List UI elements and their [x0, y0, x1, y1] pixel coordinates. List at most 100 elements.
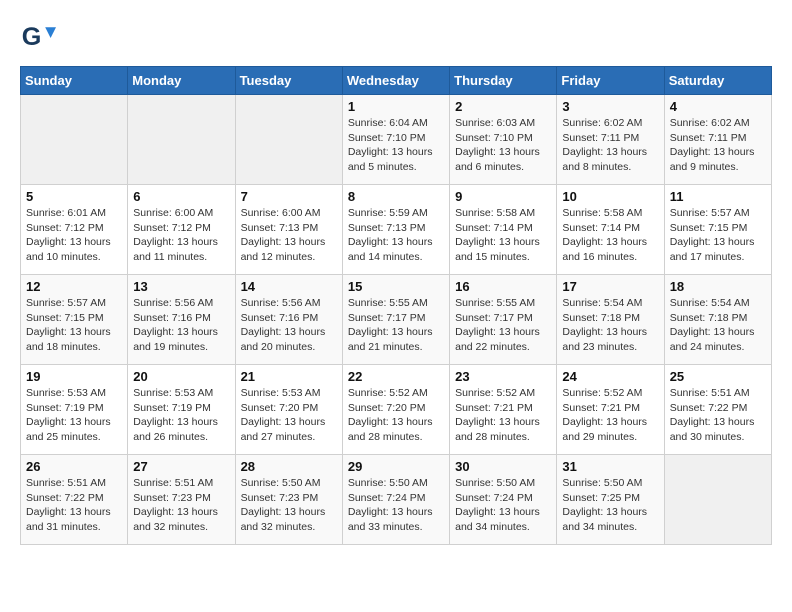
day-number: 14 — [241, 279, 337, 294]
calendar-cell: 3 Sunrise: 6:02 AMSunset: 7:11 PMDaylight… — [557, 95, 664, 185]
calendar-cell: 22 Sunrise: 5:52 AMSunset: 7:20 PMDayligh… — [342, 365, 449, 455]
day-info: Sunrise: 5:51 AMSunset: 7:22 PMDaylight:… — [670, 386, 766, 445]
day-number: 7 — [241, 189, 337, 204]
day-number: 12 — [26, 279, 122, 294]
day-number: 18 — [670, 279, 766, 294]
day-number: 24 — [562, 369, 658, 384]
day-info: Sunrise: 6:04 AMSunset: 7:10 PMDaylight:… — [348, 116, 444, 175]
day-number: 30 — [455, 459, 551, 474]
calendar-cell: 26Sunrise: 5:51 AMSunset: 7:22 PMDayligh… — [21, 455, 128, 545]
calendar-cell: 19 Sunrise: 5:53 AMSunset: 7:19 PMDayligh… — [21, 365, 128, 455]
calendar-cell: 11Sunrise: 5:57 AMSunset: 7:15 PMDayligh… — [664, 185, 771, 275]
calendar-cell: 23 Sunrise: 5:52 AMSunset: 7:21 PMDayligh… — [450, 365, 557, 455]
calendar-cell — [21, 95, 128, 185]
day-info: Sunrise: 5:52 AMSunset: 7:21 PMDaylight:… — [562, 386, 658, 445]
calendar-week-4: 19 Sunrise: 5:53 AMSunset: 7:19 PMDayligh… — [21, 365, 772, 455]
calendar-header-row: SundayMondayTuesdayWednesdayThursdayFrid… — [21, 67, 772, 95]
calendar-table: SundayMondayTuesdayWednesdayThursdayFrid… — [20, 66, 772, 545]
calendar-cell — [235, 95, 342, 185]
calendar-cell: 15 Sunrise: 5:55 AMSunset: 7:17 PMDayligh… — [342, 275, 449, 365]
day-number: 22 — [348, 369, 444, 384]
calendar-cell: 18 Sunrise: 5:54 AMSunset: 7:18 PMDayligh… — [664, 275, 771, 365]
day-number: 26 — [26, 459, 122, 474]
day-info: Sunrise: 5:56 AMSunset: 7:16 PMDaylight:… — [133, 296, 229, 355]
day-number: 27 — [133, 459, 229, 474]
day-number: 19 — [26, 369, 122, 384]
day-info: Sunrise: 5:50 AMSunset: 7:25 PMDaylight:… — [562, 476, 658, 535]
day-number: 4 — [670, 99, 766, 114]
calendar-cell: 17 Sunrise: 5:54 AMSunset: 7:18 PMDayligh… — [557, 275, 664, 365]
day-info: Sunrise: 5:53 AMSunset: 7:20 PMDaylight:… — [241, 386, 337, 445]
day-info: Sunrise: 6:00 AMSunset: 7:13 PMDaylight:… — [241, 206, 337, 265]
day-info: Sunrise: 5:53 AMSunset: 7:19 PMDaylight:… — [26, 386, 122, 445]
day-header-saturday: Saturday — [664, 67, 771, 95]
day-info: Sunrise: 5:58 AMSunset: 7:14 PMDaylight:… — [562, 206, 658, 265]
day-number: 25 — [670, 369, 766, 384]
day-info: Sunrise: 6:00 AMSunset: 7:12 PMDaylight:… — [133, 206, 229, 265]
day-header-wednesday: Wednesday — [342, 67, 449, 95]
calendar-cell: 4 Sunrise: 6:02 AMSunset: 7:11 PMDaylight… — [664, 95, 771, 185]
calendar-cell: 27 Sunrise: 5:51 AMSunset: 7:23 PMDayligh… — [128, 455, 235, 545]
calendar-cell: 24 Sunrise: 5:52 AMSunset: 7:21 PMDayligh… — [557, 365, 664, 455]
calendar-cell: 6 Sunrise: 6:00 AMSunset: 7:12 PMDaylight… — [128, 185, 235, 275]
day-number: 31 — [562, 459, 658, 474]
day-info: Sunrise: 5:58 AMSunset: 7:14 PMDaylight:… — [455, 206, 551, 265]
day-info: Sunrise: 5:55 AMSunset: 7:17 PMDaylight:… — [455, 296, 551, 355]
calendar-cell: 28 Sunrise: 5:50 AMSunset: 7:23 PMDayligh… — [235, 455, 342, 545]
day-info: Sunrise: 5:51 AMSunset: 7:23 PMDaylight:… — [133, 476, 229, 535]
day-info: Sunrise: 5:50 AMSunset: 7:24 PMDaylight:… — [455, 476, 551, 535]
calendar-cell: 31 Sunrise: 5:50 AMSunset: 7:25 PMDayligh… — [557, 455, 664, 545]
day-number: 29 — [348, 459, 444, 474]
calendar-cell: 10 Sunrise: 5:58 AMSunset: 7:14 PMDayligh… — [557, 185, 664, 275]
day-header-thursday: Thursday — [450, 67, 557, 95]
calendar-cell — [128, 95, 235, 185]
day-info: Sunrise: 5:52 AMSunset: 7:21 PMDaylight:… — [455, 386, 551, 445]
page-header: G — [20, 20, 772, 56]
day-info: Sunrise: 5:59 AMSunset: 7:13 PMDaylight:… — [348, 206, 444, 265]
day-number: 23 — [455, 369, 551, 384]
day-number: 10 — [562, 189, 658, 204]
day-number: 15 — [348, 279, 444, 294]
svg-text:G: G — [22, 23, 42, 51]
day-info: Sunrise: 5:56 AMSunset: 7:16 PMDaylight:… — [241, 296, 337, 355]
logo-icon: G — [20, 20, 56, 56]
day-info: Sunrise: 5:53 AMSunset: 7:19 PMDaylight:… — [133, 386, 229, 445]
calendar-cell: 8 Sunrise: 5:59 AMSunset: 7:13 PMDaylight… — [342, 185, 449, 275]
day-header-sunday: Sunday — [21, 67, 128, 95]
calendar-cell: 1 Sunrise: 6:04 AMSunset: 7:10 PMDaylight… — [342, 95, 449, 185]
calendar-cell: 25 Sunrise: 5:51 AMSunset: 7:22 PMDayligh… — [664, 365, 771, 455]
calendar-cell: 20Sunrise: 5:53 AMSunset: 7:19 PMDayligh… — [128, 365, 235, 455]
day-number: 8 — [348, 189, 444, 204]
calendar-cell: 29 Sunrise: 5:50 AMSunset: 7:24 PMDayligh… — [342, 455, 449, 545]
day-number: 28 — [241, 459, 337, 474]
day-info: Sunrise: 5:50 AMSunset: 7:24 PMDaylight:… — [348, 476, 444, 535]
calendar-cell: 16 Sunrise: 5:55 AMSunset: 7:17 PMDayligh… — [450, 275, 557, 365]
day-info: Sunrise: 5:54 AMSunset: 7:18 PMDaylight:… — [670, 296, 766, 355]
day-info: Sunrise: 6:02 AMSunset: 7:11 PMDaylight:… — [670, 116, 766, 175]
calendar-week-3: 12 Sunrise: 5:57 AMSunset: 7:15 PMDayligh… — [21, 275, 772, 365]
calendar-cell: 14 Sunrise: 5:56 AMSunset: 7:16 PMDayligh… — [235, 275, 342, 365]
day-info: Sunrise: 5:52 AMSunset: 7:20 PMDaylight:… — [348, 386, 444, 445]
day-number: 5 — [26, 189, 122, 204]
day-info: Sunrise: 5:57 AMSunset: 7:15 PMDaylight:… — [26, 296, 122, 355]
day-info: Sunrise: 5:57 AMSunset: 7:15 PMDaylight:… — [670, 206, 766, 265]
day-info: Sunrise: 5:55 AMSunset: 7:17 PMDaylight:… — [348, 296, 444, 355]
calendar-cell — [664, 455, 771, 545]
day-header-monday: Monday — [128, 67, 235, 95]
day-number: 21 — [241, 369, 337, 384]
day-number: 6 — [133, 189, 229, 204]
calendar-cell: 21 Sunrise: 5:53 AMSunset: 7:20 PMDayligh… — [235, 365, 342, 455]
day-info: Sunrise: 5:50 AMSunset: 7:23 PMDaylight:… — [241, 476, 337, 535]
day-number: 13 — [133, 279, 229, 294]
calendar-cell: 30 Sunrise: 5:50 AMSunset: 7:24 PMDayligh… — [450, 455, 557, 545]
day-info: Sunrise: 5:54 AMSunset: 7:18 PMDaylight:… — [562, 296, 658, 355]
calendar-cell: 7 Sunrise: 6:00 AMSunset: 7:13 PMDaylight… — [235, 185, 342, 275]
day-number: 16 — [455, 279, 551, 294]
day-number: 1 — [348, 99, 444, 114]
logo: G — [20, 20, 60, 56]
day-info: Sunrise: 6:02 AMSunset: 7:11 PMDaylight:… — [562, 116, 658, 175]
calendar-cell: 12 Sunrise: 5:57 AMSunset: 7:15 PMDayligh… — [21, 275, 128, 365]
day-number: 17 — [562, 279, 658, 294]
day-number: 3 — [562, 99, 658, 114]
calendar-week-1: 1 Sunrise: 6:04 AMSunset: 7:10 PMDaylight… — [21, 95, 772, 185]
